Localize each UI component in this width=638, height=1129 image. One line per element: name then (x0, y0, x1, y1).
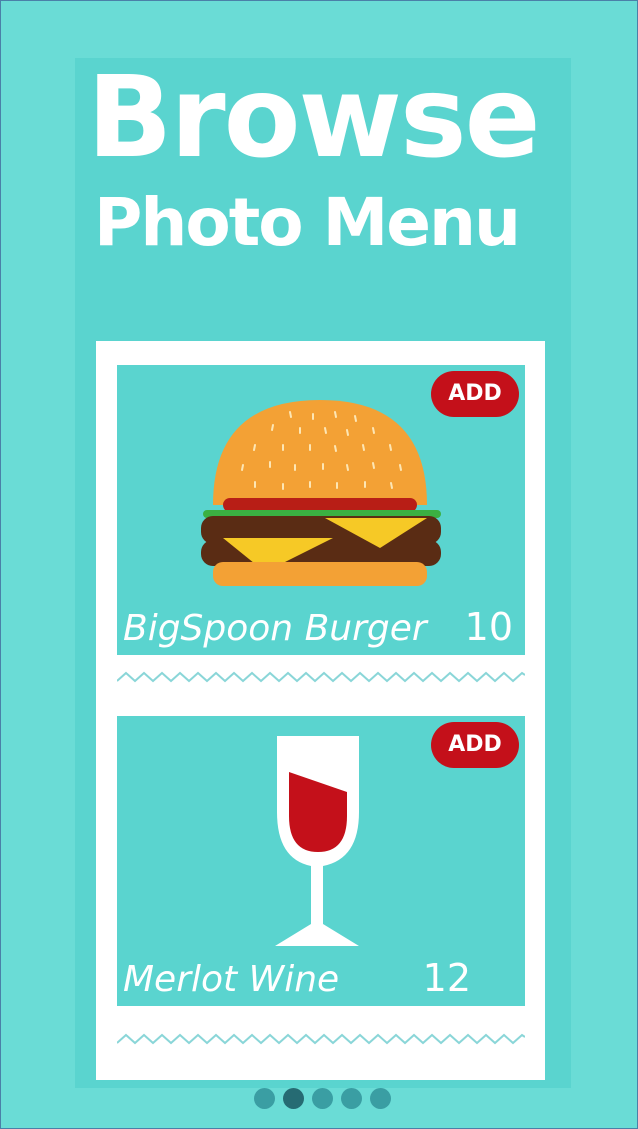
item-name: Merlot Wine (123, 959, 340, 1000)
page-dot[interactable] (254, 1088, 275, 1109)
zigzag-divider (117, 1033, 525, 1045)
item-price: 10 (464, 605, 513, 649)
item-price: 12 (422, 956, 471, 1000)
page-indicator[interactable] (254, 1088, 394, 1112)
menu-item-burger[interactable]: ADD BigSpoon Burger 10 (117, 365, 525, 655)
page-dot[interactable] (370, 1088, 391, 1109)
add-button[interactable]: ADD (431, 371, 519, 417)
burger-icon (201, 400, 441, 586)
wine-glass-icon (275, 736, 359, 946)
page-dot[interactable] (312, 1088, 333, 1109)
item-name: BigSpoon Burger (123, 608, 427, 649)
page-subtitle: Photo Menu (94, 184, 521, 261)
page-dot[interactable] (341, 1088, 362, 1109)
zigzag-divider (117, 671, 525, 683)
menu-item-wine[interactable]: ADD Merlot Wine 12 (117, 716, 525, 1006)
page-title: Browse (87, 53, 541, 183)
add-button[interactable]: ADD (431, 722, 519, 768)
menu-card: ADD BigSpoon Burger 10 ADD Merlot Wine 1… (96, 341, 545, 1080)
page-dot-active[interactable] (283, 1088, 304, 1109)
